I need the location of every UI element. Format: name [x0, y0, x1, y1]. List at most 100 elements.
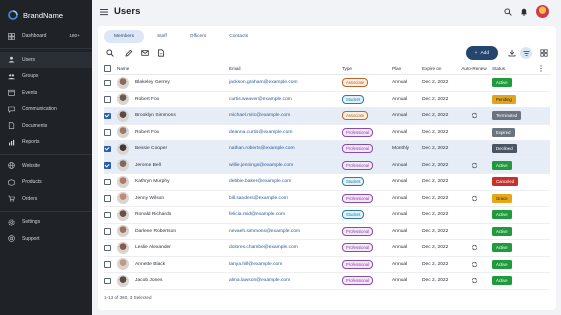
plan: Annual: [392, 212, 408, 218]
sidebar-item-documents[interactable]: Documents: [0, 118, 92, 135]
expire-date: Dec 2, 2022: [422, 129, 449, 135]
table-row[interactable]: Blakeley Gerrey jackson.graham@example.co…: [104, 75, 550, 92]
member-name[interactable]: Jerome Bell: [135, 163, 161, 168]
table-row[interactable]: Leslie Alexander dolores.chambe@example.c…: [104, 240, 550, 257]
table-row[interactable]: Jenny Wilson bill.sanders@example.com Prof…: [104, 191, 550, 207]
mail-icon[interactable]: [141, 49, 149, 57]
member-email[interactable]: dolores.chambe@example.com: [229, 245, 298, 250]
search-icon[interactable]: [504, 7, 512, 16]
member-name[interactable]: Leslie Alexander: [135, 245, 171, 250]
row-checkbox[interactable]: [104, 244, 111, 251]
member-name[interactable]: Annette Black: [135, 262, 165, 267]
table-row[interactable]: Bessie Cooper nathan.roberts@example.com P…: [104, 141, 550, 158]
avatar: [117, 93, 129, 106]
download-icon[interactable]: [508, 49, 516, 57]
row-checkbox[interactable]: [104, 112, 111, 119]
table-row[interactable]: Brooklyn Simmons michael.mitc@example.com…: [104, 108, 550, 125]
filter-button[interactable]: [520, 47, 532, 59]
row-checkbox[interactable]: [104, 96, 111, 103]
tab-officers[interactable]: Officers: [180, 30, 216, 43]
table-row[interactable]: Ronald Richards felicia.reid@example.com S…: [104, 207, 550, 224]
member-name[interactable]: Ronald Richards: [135, 212, 171, 217]
row-checkbox[interactable]: [104, 261, 111, 268]
user-avatar[interactable]: [536, 5, 549, 18]
member-email[interactable]: felicia.reid@example.com: [229, 212, 285, 217]
member-name[interactable]: Bessie Cooper: [135, 146, 167, 151]
header-status[interactable]: Status: [492, 63, 505, 74]
grid-view-icon[interactable]: [540, 49, 548, 57]
sidebar-item-dashboard[interactable]: Dashboard 180+: [0, 28, 92, 45]
header-expire[interactable]: Expire on: [422, 63, 441, 74]
add-button[interactable]: + Add: [465, 46, 498, 60]
member-name[interactable]: Brooklyn Simmons: [135, 113, 176, 118]
select-all-checkbox[interactable]: [104, 65, 111, 72]
member-email[interactable]: nathan.roberts@example.com: [229, 146, 295, 151]
edit-pencil-icon[interactable]: [125, 49, 133, 57]
table-row[interactable]: Kathryn Murphy debbie.baker@example.com St…: [104, 174, 550, 191]
member-email[interactable]: bill.sanders@example.com: [229, 196, 288, 201]
sidebar-item-orders[interactable]: Orders: [0, 191, 92, 208]
member-name[interactable]: Darlene Robertson: [135, 229, 176, 234]
type-badge: Student: [342, 94, 365, 104]
tab-staff[interactable]: Staff: [147, 30, 177, 43]
sidebar-item-events[interactable]: Events: [0, 85, 92, 102]
column-menu-icon[interactable]: [537, 63, 545, 74]
member-email[interactable]: jackson.graham@example.com: [229, 80, 298, 85]
member-name[interactable]: Jacob Jones: [135, 278, 162, 283]
sidebar-item-products[interactable]: Products: [0, 174, 92, 191]
row-checkbox[interactable]: [104, 211, 111, 218]
row-checkbox[interactable]: [104, 277, 111, 284]
table-row[interactable]: Robert Fox curtis.weaver@example.com Stude…: [104, 92, 550, 108]
table-row[interactable]: Jacob Jones alma.lawson@example.com Profes…: [104, 273, 550, 290]
row-checkbox[interactable]: [104, 195, 111, 202]
table-row[interactable]: Annette Black tanya.hill@example.com Profe…: [104, 257, 550, 273]
plan: Annual: [392, 113, 408, 119]
header-type[interactable]: Type: [342, 63, 352, 74]
table-row[interactable]: Jerome Bell willie.jennings@example.com Pr…: [104, 157, 550, 174]
sidebar-divider: [0, 210, 92, 212]
member-email[interactable]: debbie.baker@example.com: [229, 179, 291, 184]
header-auto-renew[interactable]: Auto-Renew: [459, 63, 489, 74]
row-checkbox[interactable]: [104, 162, 111, 169]
header-plan[interactable]: Plan: [392, 63, 401, 74]
member-email[interactable]: curtis.weaver@example.com: [229, 97, 292, 102]
header-name[interactable]: Name: [117, 63, 129, 74]
member-email[interactable]: deanna.curtis@example.com: [229, 130, 292, 135]
status-badge: Terminated: [492, 111, 522, 121]
row-checkbox[interactable]: [104, 129, 111, 136]
member-name[interactable]: Blakeley Gerrey: [135, 80, 170, 85]
expire-date: Dec 2, 2022: [422, 245, 449, 251]
member-email[interactable]: alma.lawson@example.com: [229, 278, 290, 283]
hamburger-menu-icon[interactable]: [100, 8, 108, 16]
sidebar-item-users[interactable]: Users: [0, 51, 92, 68]
row-checkbox[interactable]: [104, 178, 111, 185]
member-email[interactable]: michael.mitc@example.com: [229, 113, 290, 118]
sidebar-item-reports[interactable]: Reports: [0, 134, 92, 151]
member-name[interactable]: Robert Fox: [135, 97, 159, 102]
table-row[interactable]: Robert Fox deanna.curtis@example.com Profe…: [104, 125, 550, 141]
sidebar-item-support[interactable]: Support: [0, 231, 92, 248]
products-icon: [7, 178, 15, 186]
sidebar-item-communication[interactable]: Communication: [0, 101, 92, 118]
document-icon[interactable]: [157, 49, 165, 57]
search-icon[interactable]: [106, 49, 114, 57]
sidebar-item-groups[interactable]: Groups: [0, 68, 92, 85]
row-checkbox[interactable]: [104, 145, 111, 152]
header-email[interactable]: Email: [229, 63, 241, 74]
sidebar-item-website[interactable]: Website: [0, 158, 92, 175]
row-checkbox[interactable]: [104, 79, 111, 86]
member-name[interactable]: Kathryn Murphy: [135, 179, 170, 184]
sidebar-item-settings[interactable]: Settings: [0, 214, 92, 231]
table-row[interactable]: Darlene Robertson nevaeh.simmons@example.…: [104, 224, 550, 240]
brand[interactable]: BrandName: [8, 10, 63, 20]
member-name[interactable]: Robert Fox: [135, 130, 159, 135]
tab-contacts[interactable]: Contacts: [219, 30, 258, 43]
member-email[interactable]: willie.jennings@example.com: [229, 163, 293, 168]
tab-members[interactable]: Members: [104, 30, 144, 43]
sidebar-item-label: Support: [22, 235, 40, 242]
member-email[interactable]: nevaeh.simmons@example.com: [229, 229, 300, 234]
bell-icon[interactable]: [520, 8, 528, 16]
row-checkbox[interactable]: [104, 228, 111, 235]
member-email[interactable]: tanya.hill@example.com: [229, 262, 282, 267]
member-name[interactable]: Jenny Wilson: [135, 196, 164, 201]
